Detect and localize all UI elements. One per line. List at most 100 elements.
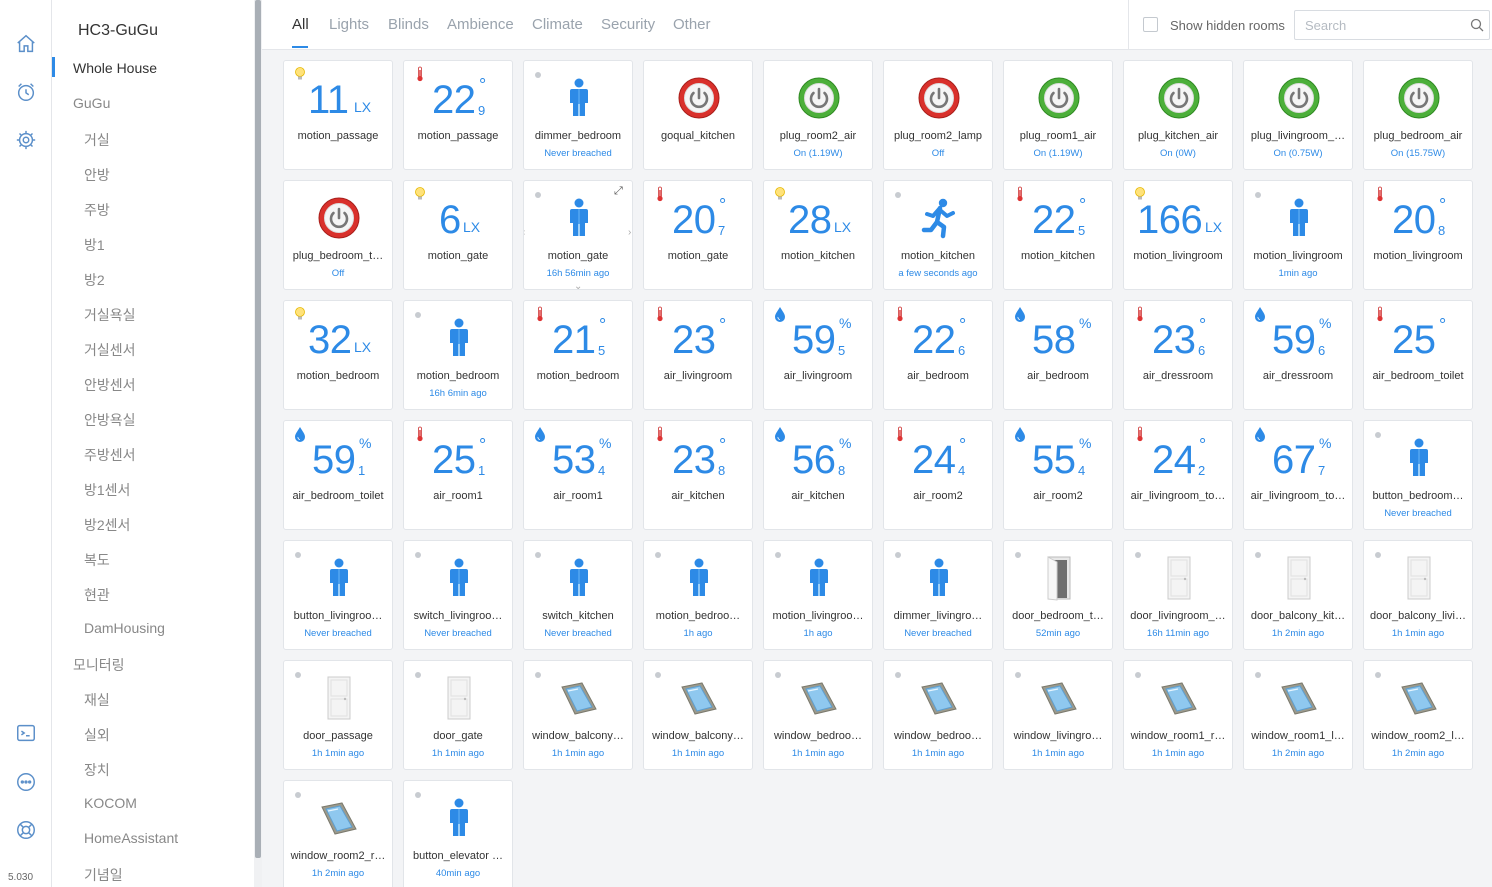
move-down-icon[interactable]: ⌄	[574, 281, 582, 289]
integrations-icon[interactable]	[10, 766, 42, 798]
room-item[interactable]: 현관	[84, 585, 110, 605]
terminal-icon[interactable]	[10, 717, 42, 749]
device-tile[interactable]: 24 ° 2 air_livingroom_to…	[1123, 420, 1233, 530]
sidebar-scrollbar-thumb[interactable]	[255, 0, 261, 858]
search-input[interactable]	[1294, 10, 1490, 40]
room-item[interactable]: 장치	[84, 760, 110, 780]
device-tile[interactable]: plug_bedroom_t… Off	[283, 180, 393, 290]
tab-blinds[interactable]: Blinds	[388, 16, 429, 33]
device-tile[interactable]: dimmer_bedroom Never breached	[523, 60, 633, 170]
device-tile[interactable]: window_room1_r… 1h 1min ago	[1123, 660, 1233, 770]
room-item[interactable]: 기념일	[84, 865, 123, 885]
device-tile[interactable]: window_balcony… 1h 1min ago	[643, 660, 753, 770]
move-right-icon[interactable]: ›	[628, 227, 631, 238]
device-tile[interactable]: 6 LX motion_gate	[403, 180, 513, 290]
device-tile[interactable]: motion_kitchen a few seconds ago	[883, 180, 993, 290]
device-tile[interactable]: window_livingro… 1h 1min ago	[1003, 660, 1113, 770]
settings-icon[interactable]	[10, 124, 42, 156]
device-tile[interactable]: 59% 6 air_dressroom	[1243, 300, 1353, 410]
room-item[interactable]: Whole House	[73, 60, 157, 76]
device-tile[interactable]: window_room1_l… 1h 2min ago	[1243, 660, 1353, 770]
room-item[interactable]: KOCOM	[84, 795, 137, 811]
device-tile[interactable]: 20 ° 8 motion_livingroom	[1363, 180, 1473, 290]
device-tile[interactable]: 20 ° 7 motion_gate	[643, 180, 753, 290]
device-tile[interactable]: 11 LX motion_passage	[283, 60, 393, 170]
device-tile[interactable]: door_passage 1h 1min ago	[283, 660, 393, 770]
room-item[interactable]: 실외	[84, 725, 110, 745]
room-item[interactable]: 안방센서	[84, 375, 136, 395]
device-tile[interactable]: plug_livingroom_… On (0.75W)	[1243, 60, 1353, 170]
device-tile[interactable]: 32 LX motion_bedroom	[283, 300, 393, 410]
device-tile[interactable]: motion_bedroom 16h 6min ago	[403, 300, 513, 410]
search-icon[interactable]	[1470, 18, 1484, 32]
move-left-icon[interactable]: ‹	[524, 227, 525, 238]
sidebar-scrollbar[interactable]	[254, 0, 262, 887]
device-tile[interactable]: 58% air_bedroom	[1003, 300, 1113, 410]
support-icon[interactable]	[10, 814, 42, 846]
device-tile[interactable]: plug_room1_air On (1.19W)	[1003, 60, 1113, 170]
scenes-icon[interactable]	[10, 76, 42, 108]
device-tile[interactable]: 23 ° 6 air_dressroom	[1123, 300, 1233, 410]
device-tile[interactable]: 21 ° 5 motion_bedroom	[523, 300, 633, 410]
device-tile[interactable]: window_room2_l… 1h 2min ago	[1363, 660, 1473, 770]
device-tile[interactable]: 22 ° 5 motion_kitchen	[1003, 180, 1113, 290]
room-item[interactable]: 재실	[84, 690, 110, 710]
device-tile[interactable]: door_balcony_livi… 1h 1min ago	[1363, 540, 1473, 650]
device-tile[interactable]: motion_bedroo… 1h ago	[643, 540, 753, 650]
device-tile[interactable]: plug_room2_lamp Off	[883, 60, 993, 170]
device-tile[interactable]: 25 ° air_bedroom_toilet	[1363, 300, 1473, 410]
tab-climate[interactable]: Climate	[532, 16, 583, 33]
device-tile[interactable]: door_bedroom_t… 52min ago	[1003, 540, 1113, 650]
room-item[interactable]: DamHousing	[84, 620, 165, 636]
tab-ambience[interactable]: Ambience	[447, 16, 514, 33]
device-tile[interactable]: door_balcony_kit… 1h 2min ago	[1243, 540, 1353, 650]
device-tile[interactable]: 22 ° 6 air_bedroom	[883, 300, 993, 410]
device-tile[interactable]: switch_livingroo… Never breached	[403, 540, 513, 650]
device-tile[interactable]: button_bedroom… Never breached	[1363, 420, 1473, 530]
room-item[interactable]: 방1센서	[84, 480, 130, 500]
device-tile[interactable]: door_livingroom_… 16h 11min ago	[1123, 540, 1233, 650]
device-tile[interactable]: switch_kitchen Never breached	[523, 540, 633, 650]
expand-icon[interactable]: ⤢	[614, 185, 623, 198]
device-tile[interactable]: 59% 1 air_bedroom_toilet	[283, 420, 393, 530]
device-tile[interactable]: motion_gate 16h 56min ago ⌃ ⌄ ‹ › ⤢	[523, 180, 633, 290]
device-tile[interactable]: 22 ° 9 motion_passage	[403, 60, 513, 170]
room-item[interactable]: 방1	[84, 235, 105, 255]
device-tile[interactable]: plug_bedroom_air On (15.75W)	[1363, 60, 1473, 170]
device-tile[interactable]: 23 ° air_livingroom	[643, 300, 753, 410]
device-tile[interactable]: 55% 4 air_room2	[1003, 420, 1113, 530]
device-tile[interactable]: 25 ° 1 air_room1	[403, 420, 513, 530]
room-item[interactable]: 안방욕실	[84, 410, 136, 430]
device-tile[interactable]: window_bedroo… 1h 1min ago	[883, 660, 993, 770]
tab-security[interactable]: Security	[601, 16, 655, 33]
room-item[interactable]: 거실센서	[84, 340, 136, 360]
device-tile[interactable]: button_elevator … 40min ago	[403, 780, 513, 887]
room-item[interactable]: 주방센서	[84, 445, 136, 465]
device-tile[interactable]: goqual_kitchen	[643, 60, 753, 170]
device-tile[interactable]: 28 LX motion_kitchen	[763, 180, 873, 290]
device-tile[interactable]: window_bedroo… 1h 1min ago	[763, 660, 873, 770]
room-item[interactable]: GuGu	[73, 95, 110, 111]
device-tile[interactable]: button_livingroo… Never breached	[283, 540, 393, 650]
device-tile[interactable]: 56% 8 air_kitchen	[763, 420, 873, 530]
device-tile[interactable]: 59% 5 air_livingroom	[763, 300, 873, 410]
device-tile[interactable]: 53% 4 air_room1	[523, 420, 633, 530]
device-tile[interactable]: 166 LX motion_livingroom	[1123, 180, 1233, 290]
room-item[interactable]: 거실	[84, 130, 110, 150]
device-tile[interactable]: motion_livingroo… 1h ago	[763, 540, 873, 650]
tab-other[interactable]: Other	[673, 16, 711, 33]
tab-all[interactable]: All	[292, 16, 309, 33]
room-item[interactable]: 거실욕실	[84, 305, 136, 325]
device-tile[interactable]: 24 ° 4 air_room2	[883, 420, 993, 530]
device-tile[interactable]: window_balcony… 1h 1min ago	[523, 660, 633, 770]
tab-lights[interactable]: Lights	[329, 16, 369, 33]
room-item[interactable]: 안방	[84, 165, 110, 185]
room-item[interactable]: 모니터링	[73, 655, 125, 675]
room-item[interactable]: HomeAssistant	[84, 830, 178, 846]
move-up-icon[interactable]: ⌃	[574, 181, 582, 186]
device-tile[interactable]: window_room2_r… 1h 2min ago	[283, 780, 393, 887]
device-tile[interactable]: plug_kitchen_air On (0W)	[1123, 60, 1233, 170]
device-tile[interactable]: 67% 7 air_livingroom_to…	[1243, 420, 1353, 530]
home-icon[interactable]	[10, 28, 42, 60]
show-hidden-rooms-checkbox[interactable]	[1143, 17, 1158, 32]
